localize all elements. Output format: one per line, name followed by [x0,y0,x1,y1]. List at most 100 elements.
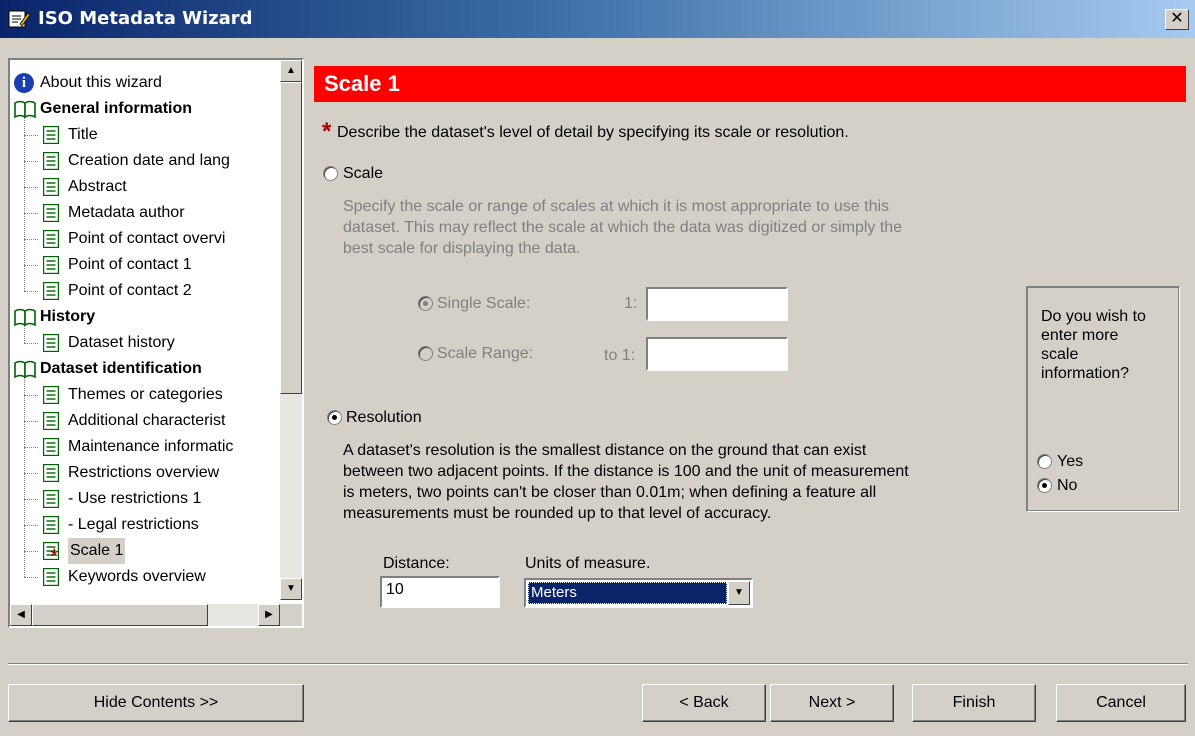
tree-item[interactable]: Point of contact 1 [10,252,280,278]
tree-item[interactable]: Title [10,122,280,148]
more-info-no-label: No [1057,477,1078,494]
more-info-no-radio[interactable] [1037,478,1052,493]
question-line: information? [1041,365,1130,382]
distance-input[interactable]: 10 [380,576,500,608]
page-icon [43,464,59,482]
tree-vertical-scrollbar[interactable]: ▲ ▼ [280,60,302,600]
page-icon [43,204,59,222]
title-bar: ISO Metadata Wizard ✕ [0,0,1195,38]
tree-item-label: Scale 1 [68,538,126,564]
resolution-description-line: A dataset's resolution is the smallest d… [343,442,867,459]
resolution-radio[interactable] [327,410,342,425]
open-book-icon [14,360,36,378]
resolution-description-line: between two adjacent points. If the dist… [343,463,909,480]
tree-item-label: Themes or categories [68,386,223,403]
tree-item[interactable]: Additional characterist [10,408,280,434]
tree-item[interactable]: Restrictions overview [10,460,280,486]
tree-connector [24,473,38,474]
units-label: Units of measure. [525,555,651,572]
tree-item[interactable]: - Legal restrictions [10,512,280,538]
info-icon: i [14,73,34,93]
tree-connector [24,343,38,344]
tree-item[interactable]: Dataset history [10,330,280,356]
back-button[interactable]: < Back [642,684,766,722]
contents-tree[interactable]: i About this wizard General information Tit… [8,58,304,628]
tree-item-label: About this wizard [40,74,162,91]
scale-description-line: best scale for displaying the data. [343,240,581,257]
scale-radio-label: Scale [343,165,384,182]
single-scale-radio[interactable] [418,296,433,311]
tree-item[interactable]: - Use restrictions 1 [10,486,280,512]
single-scale-prefix: 1: [624,295,638,312]
page-icon [43,490,59,508]
tree-item[interactable]: Keywords overview [10,564,280,590]
tree-item[interactable]: History [10,304,280,330]
finish-button[interactable]: Finish [912,684,1036,722]
close-button[interactable]: ✕ [1165,9,1189,30]
tree-connector [24,499,38,500]
page-icon [43,178,59,196]
tree-item[interactable]: Themes or categories [10,382,280,408]
page-icon [43,438,59,456]
tree-item[interactable]: Metadata author [10,200,280,226]
tree-item-label: Abstract [68,178,127,195]
single-scale-input[interactable] [646,287,788,321]
more-scale-info-box: Do you wish to enter more scale informat… [1026,286,1180,512]
scroll-left-button[interactable]: ◀ [10,604,32,626]
tree-connector [24,265,38,266]
scale-range-radio[interactable] [418,346,433,361]
tree-item-label: Title [68,126,98,143]
tree-connector [24,395,38,396]
scale-description-line: Specify the scale or range of scales at … [343,198,890,215]
window-title: ISO Metadata Wizard [38,8,253,29]
hide-contents-button[interactable]: Hide Contents >> [8,684,304,722]
page-icon [43,152,59,170]
page-icon [43,334,59,352]
wizard-app-icon [8,10,30,28]
instruction-text: Describe the dataset's level of detail b… [337,124,849,141]
tree-connector [24,239,38,240]
distance-label: Distance: [383,555,450,572]
next-button[interactable]: Next > [770,684,894,722]
scroll-right-button[interactable]: ▶ [258,604,280,626]
scroll-thumb[interactable] [280,82,302,394]
page-icon [43,230,59,248]
required-star-icon: * [322,118,332,145]
open-book-icon [14,308,36,326]
units-selected-value: Meters [528,582,727,604]
scale-radio[interactable] [323,166,338,181]
scroll-up-button[interactable]: ▲ [280,60,302,82]
more-info-yes-radio[interactable] [1037,454,1052,469]
tree-item[interactable]: Creation date and lang [10,148,280,174]
tree-item[interactable]: * Scale 1 [10,538,280,568]
page-icon [43,568,59,586]
tree-item[interactable]: Maintenance informatic [10,434,280,460]
resolution-description-line: is meters, two points can't be closer th… [343,484,877,501]
tree-connector [24,135,38,136]
tree-item-label: - Use restrictions 1 [68,490,202,507]
tree-item[interactable]: Point of contact overvi [10,226,280,252]
tree-item[interactable]: General information [10,96,280,122]
resolution-radio-label: Resolution [346,409,422,426]
tree-connector [24,577,38,578]
scroll-down-button[interactable]: ▼ [280,578,302,600]
cancel-button[interactable]: Cancel [1056,684,1186,722]
chevron-down-icon[interactable]: ▼ [728,581,750,605]
tree-item-label: Dataset history [68,334,175,351]
units-select[interactable]: Meters ▼ [524,578,753,608]
tree-branch-line [24,378,25,577]
more-info-yes-label: Yes [1057,453,1084,470]
hscroll-thumb[interactable] [32,604,208,626]
scale-description: Specify the scale or range of scales at … [343,196,902,259]
tree-item[interactable]: Dataset identification [10,356,280,382]
tree-item[interactable]: Point of contact 2 [10,278,280,304]
tree-item[interactable]: Abstract [10,174,280,200]
tree-item-label: Restrictions overview [68,464,220,481]
scale-range-input[interactable] [646,337,788,371]
tree-item[interactable]: i About this wizard [10,70,280,96]
single-scale-label: Single Scale: [437,295,531,312]
page-icon [43,516,59,534]
tree-viewport: i About this wizard General information Tit… [10,60,280,600]
tree-horizontal-scrollbar[interactable]: ◀ ▶ [10,604,280,626]
footer-separator [8,663,1188,665]
